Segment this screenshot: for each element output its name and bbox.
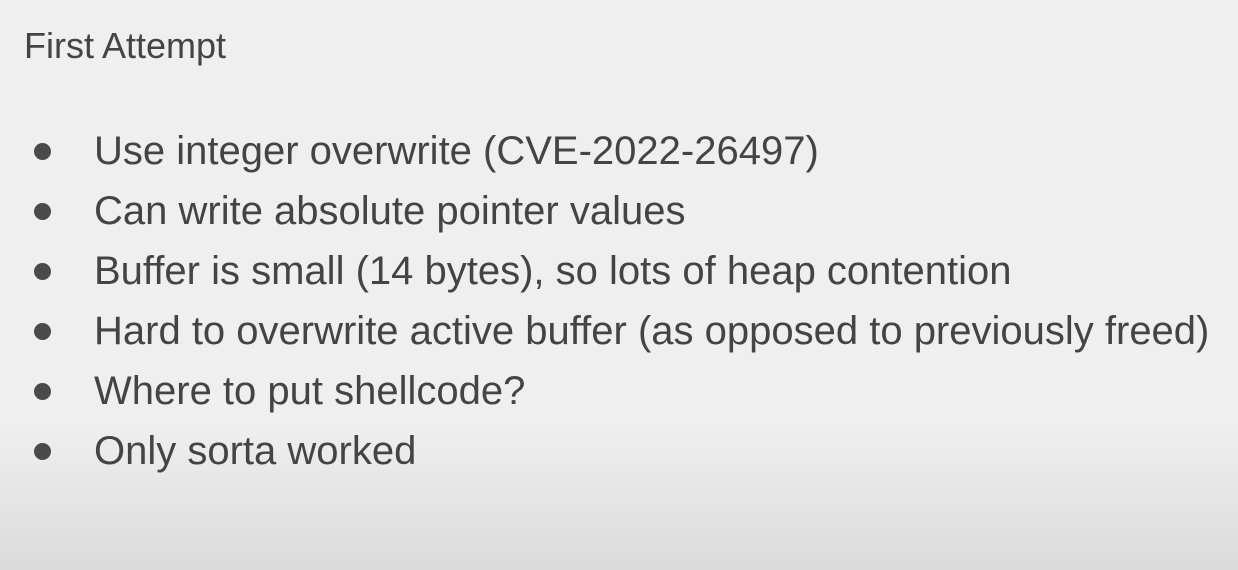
bullet-dot-icon xyxy=(34,383,51,400)
bullet-dot-icon xyxy=(34,263,51,280)
bullet-text: Where to put shellcode? xyxy=(94,369,526,413)
list-item: Buffer is small (14 bytes), so lots of h… xyxy=(30,241,1220,301)
list-item: Can write absolute pointer values xyxy=(30,181,1220,241)
list-item: Use integer overwrite (CVE-2022-26497) xyxy=(30,121,1220,181)
slide: First Attempt Use integer overwrite (CVE… xyxy=(0,0,1238,570)
bullet-text: Hard to overwrite active buffer (as oppo… xyxy=(94,309,1210,353)
bullet-text: Buffer is small (14 bytes), so lots of h… xyxy=(94,249,1012,293)
list-item: Only sorta worked xyxy=(30,421,1220,481)
bullet-dot-icon xyxy=(34,443,51,460)
bullet-text: Use integer overwrite (CVE-2022-26497) xyxy=(94,129,819,173)
bullet-dot-icon xyxy=(34,323,51,340)
list-item: Where to put shellcode? xyxy=(30,361,1220,421)
slide-title: First Attempt xyxy=(24,25,227,66)
list-item: Hard to overwrite active buffer (as oppo… xyxy=(30,301,1220,361)
bullet-dot-icon xyxy=(34,143,51,160)
bullet-list: Use integer overwrite (CVE-2022-26497) C… xyxy=(30,121,1220,481)
bullet-text: Only sorta worked xyxy=(94,429,417,473)
bullet-dot-icon xyxy=(34,203,51,220)
bullet-text: Can write absolute pointer values xyxy=(94,189,686,233)
